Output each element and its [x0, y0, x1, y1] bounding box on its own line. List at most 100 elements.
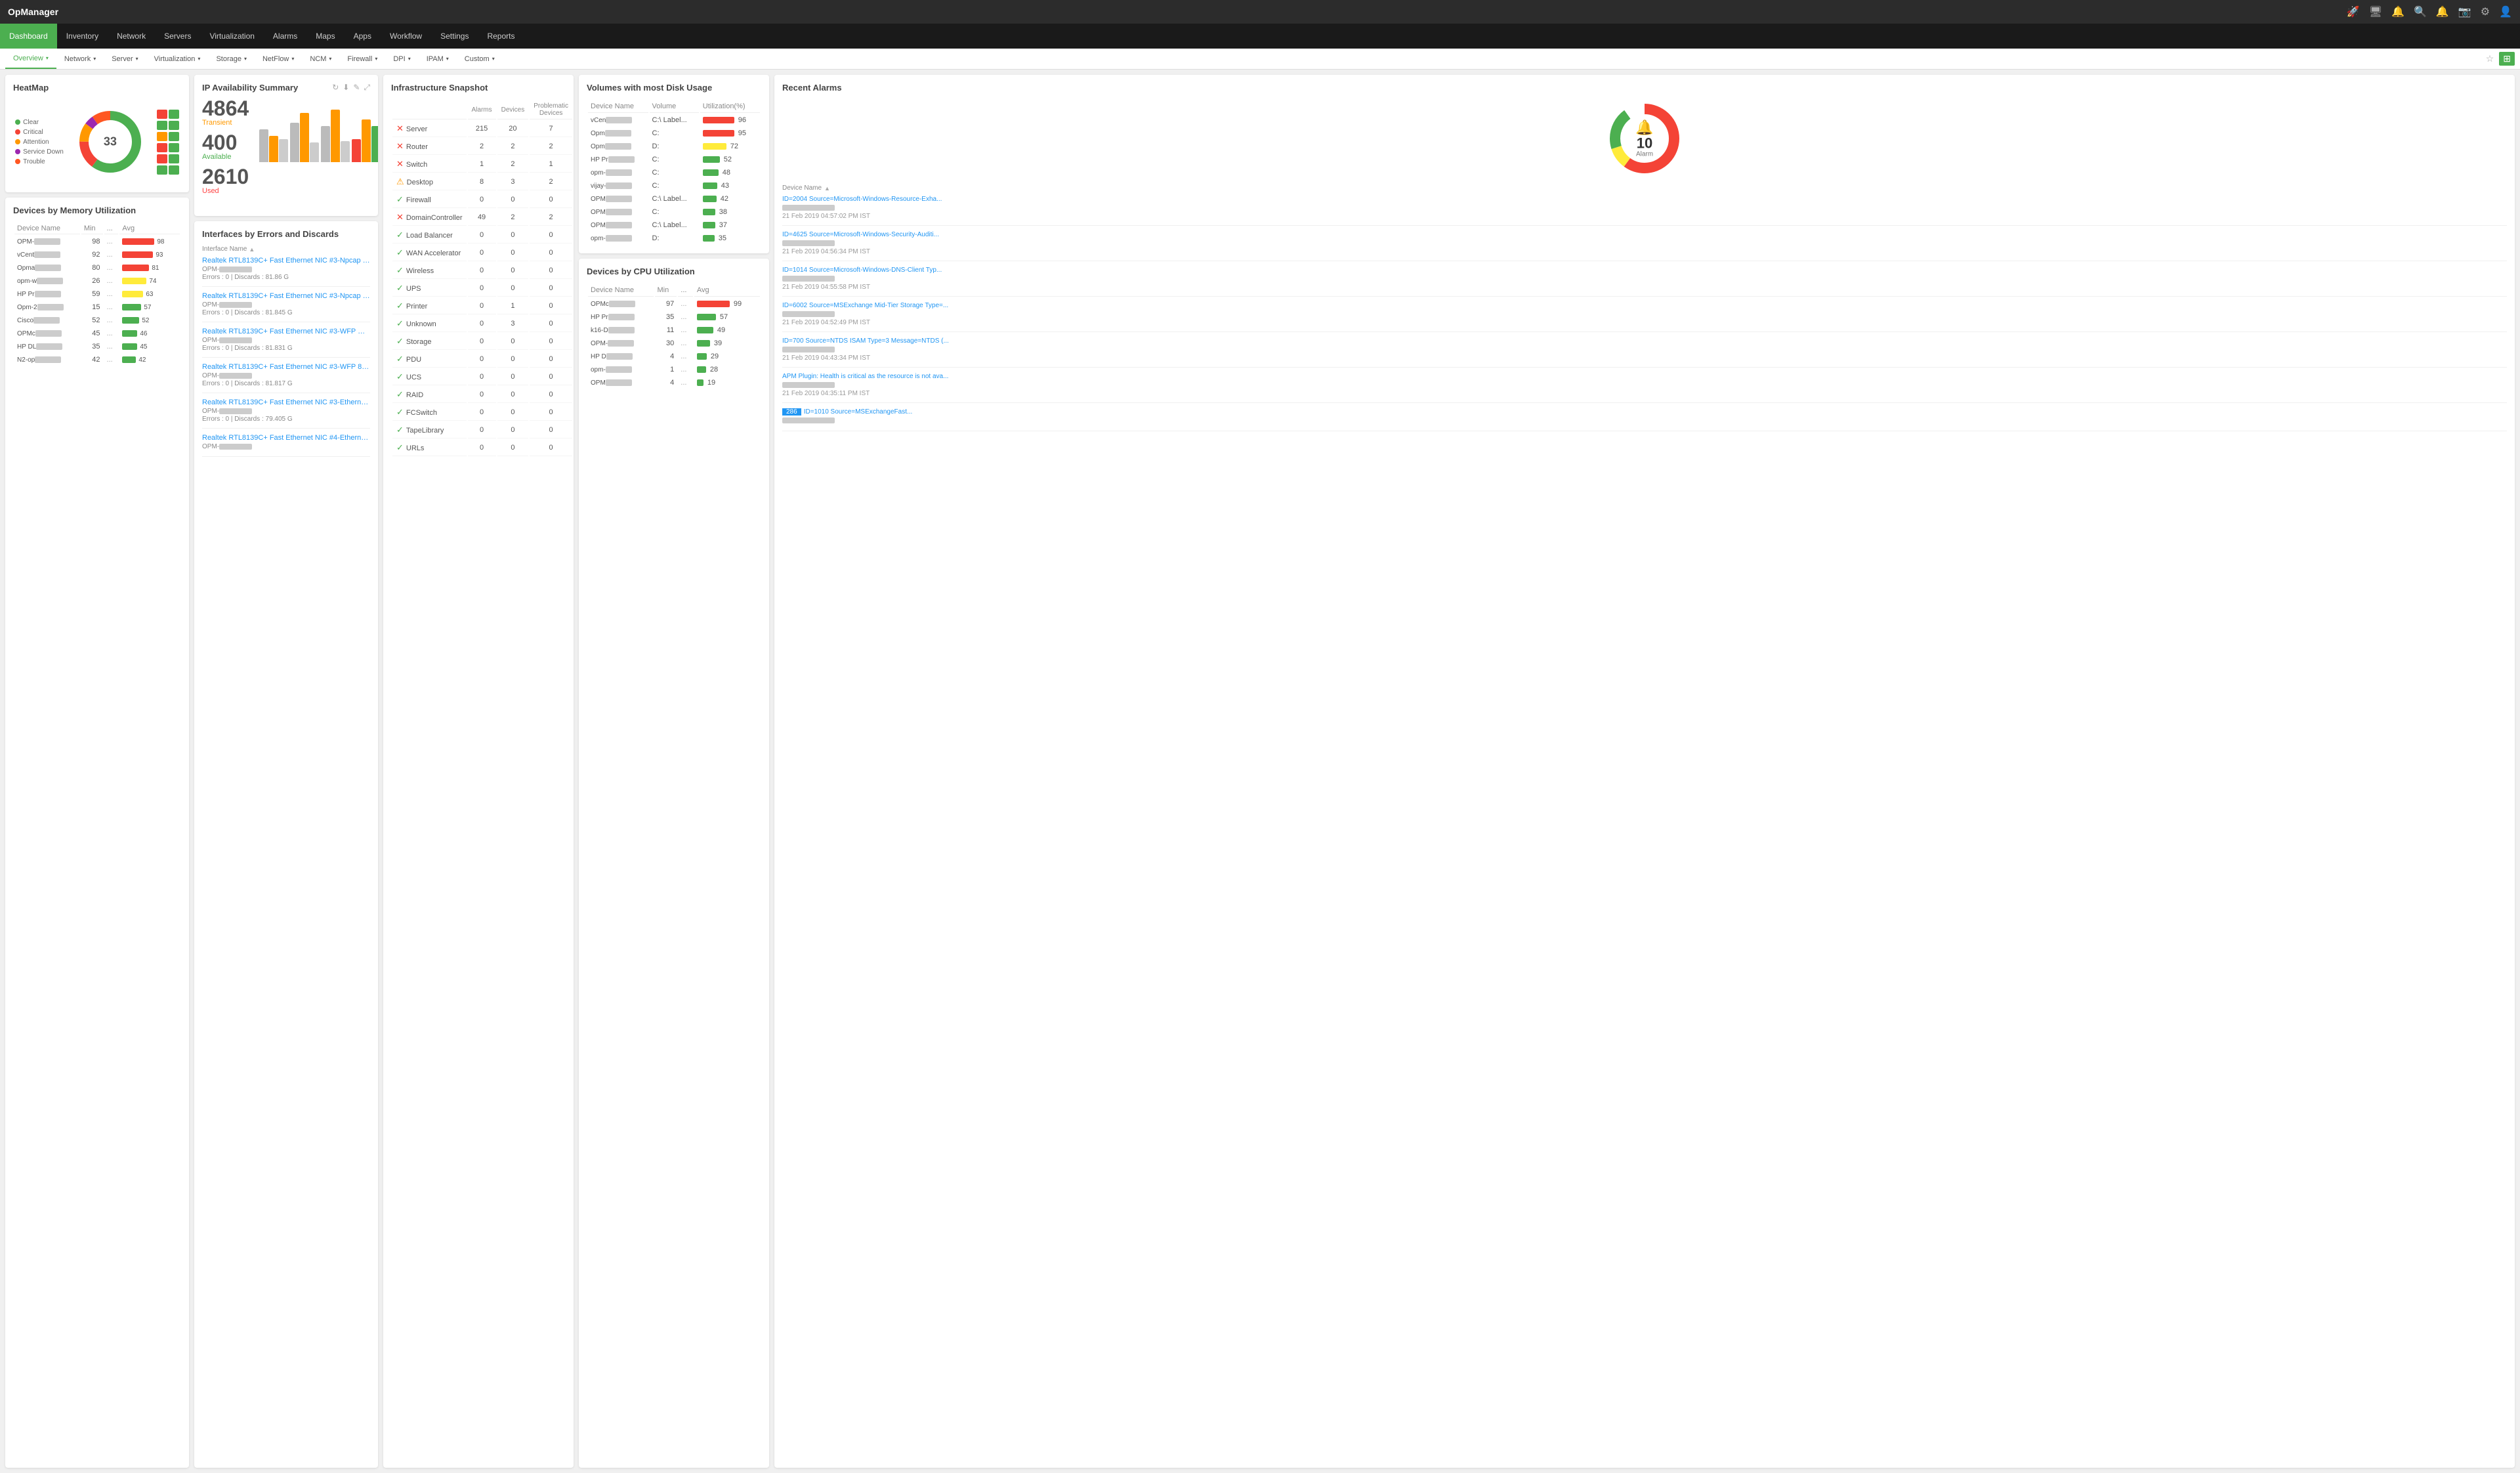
alarm-donut-wrap: 🔔 10 Alarm	[1605, 99, 1684, 178]
cpu-avg: 57	[694, 311, 760, 323]
camera-icon[interactable]: 📷	[2458, 5, 2471, 18]
subnav-virtualization[interactable]: Virtualization ▾	[146, 49, 209, 69]
topbar: OpManager 🚀 🖥 🔔 🔍 🔔 📷 ⚙ 👤	[0, 0, 2520, 24]
list-item: Realtek RTL8139C+ Fast Ethernet NIC #3-W…	[202, 363, 370, 393]
infra-alarms: 0	[468, 245, 496, 261]
nav-item-maps[interactable]: Maps	[306, 24, 344, 49]
download-icon[interactable]: ⬇	[343, 83, 349, 93]
expand-icon[interactable]: ⤢	[364, 83, 370, 93]
interface-name[interactable]: Realtek RTL8139C+ Fast Ethernet NIC #3-N…	[202, 292, 370, 300]
subnav-network[interactable]: Network ▾	[56, 49, 104, 69]
gear-icon[interactable]: ⚙	[2481, 5, 2490, 18]
infra-alarms: 0	[468, 404, 496, 421]
subnav-ipam[interactable]: IPAM ▾	[419, 49, 457, 69]
cpu-col-avg: Avg	[694, 284, 760, 297]
nav-item-virtualization[interactable]: Virtualization	[200, 24, 263, 49]
subnav-custom[interactable]: Custom ▾	[457, 49, 503, 69]
caret-icon: ▾	[291, 56, 294, 62]
infra-problematic: 0	[530, 387, 572, 403]
recent-alarms-card: Recent Alarms 🔔 10 Alarm	[774, 75, 2515, 1468]
vol-utilization: 35	[700, 232, 760, 244]
alarm-title[interactable]: 286ID=1010 Source=MSExchangeFast...	[782, 408, 2507, 416]
interface-name[interactable]: Realtek RTL8139C+ Fast Ethernet NIC #3-N…	[202, 257, 370, 265]
nav-item-alarms[interactable]: Alarms	[264, 24, 306, 49]
nav-item-apps[interactable]: Apps	[345, 24, 381, 49]
rocket-icon[interactable]: 🚀	[2347, 5, 2360, 18]
edit-icon[interactable]: ✎	[353, 83, 360, 93]
list-item: 286ID=1010 Source=MSExchangeFast...	[782, 408, 2507, 431]
grid-icon[interactable]: ⊞	[2499, 52, 2515, 66]
heatmap-bar-row	[157, 154, 179, 163]
table-row: vCent 92 ... 93	[14, 249, 180, 261]
interface-name[interactable]: Realtek RTL8139C+ Fast Ethernet NIC #3-W…	[202, 363, 370, 371]
ip-bar-group	[290, 113, 319, 162]
subnav-firewall[interactable]: Firewall ▾	[339, 49, 385, 69]
infra-devices: 2	[497, 209, 529, 226]
status-icon: ✓	[396, 194, 404, 204]
alarm-title[interactable]: ID=4625 Source=Microsoft-Windows-Securit…	[782, 231, 2507, 238]
status-icon: ✓	[396, 372, 404, 381]
mem-dots: ...	[104, 262, 119, 274]
alarm-title[interactable]: ID=6002 Source=MSExchange Mid-Tier Stora…	[782, 302, 2507, 309]
vol-utilization: 52	[700, 154, 760, 165]
nav-item-settings[interactable]: Settings	[431, 24, 478, 49]
nav-item-reports[interactable]: Reports	[478, 24, 524, 49]
legend-dot-critical	[15, 129, 20, 135]
bar-cell	[157, 143, 167, 152]
monitor-icon[interactable]: 🖥	[2369, 5, 2382, 18]
cpu-device-name: OPM-	[588, 337, 654, 349]
nav-item-servers[interactable]: Servers	[155, 24, 200, 49]
table-row: HP Pr 35 ... 57	[588, 311, 760, 323]
table-row: vijay- C: 43	[588, 180, 760, 192]
interface-name[interactable]: Realtek RTL8139C+ Fast Ethernet NIC #4-E…	[202, 434, 370, 442]
mem-avg: 42	[119, 354, 180, 366]
alarm-icon[interactable]: 🔔	[2436, 5, 2449, 18]
refresh-icon[interactable]: ↻	[332, 83, 339, 93]
subnav-storage[interactable]: Storage ▾	[208, 49, 255, 69]
nav-item-inventory[interactable]: Inventory	[57, 24, 108, 49]
alarm-title[interactable]: APM Plugin: Health is critical as the re…	[782, 373, 2507, 380]
alarm-title[interactable]: ID=700 Source=NTDS ISAM Type=3 Message=N…	[782, 337, 2507, 345]
subnav-netflow[interactable]: NetFlow ▾	[255, 49, 302, 69]
infra-col-name	[392, 100, 467, 119]
table-row: opm-w 26 ... 74	[14, 275, 180, 287]
heatmap-legend: Clear Critical Attention Service Down	[15, 119, 64, 165]
nav-item-workflow[interactable]: Workflow	[381, 24, 431, 49]
mem-avg: 74	[119, 275, 180, 287]
memory-util-title: Devices by Memory Utilization	[13, 205, 181, 215]
interface-name[interactable]: Realtek RTL8139C+ Fast Ethernet NIC #3-E…	[202, 398, 370, 406]
heatmap-bar-row	[157, 110, 179, 119]
cpu-avg: 99	[694, 298, 760, 310]
mem-avg: 63	[119, 288, 180, 300]
infra-devices: 0	[497, 333, 529, 350]
cpu-col-device: Device Name	[588, 284, 654, 297]
alarm-time: 21 Feb 2019 04:55:58 PM IST	[782, 284, 2507, 291]
favorite-icon[interactable]: ☆	[2486, 53, 2494, 64]
heatmap-content: Clear Critical Attention Service Down	[13, 99, 181, 184]
alarm-title[interactable]: ID=2004 Source=Microsoft-Windows-Resourc…	[782, 196, 2507, 203]
infra-devices: 0	[497, 280, 529, 297]
interface-device: OPM-	[202, 337, 370, 344]
search-icon[interactable]: 🔍	[2414, 5, 2427, 18]
nav-item-dashboard[interactable]: Dashboard	[0, 24, 57, 49]
subnav-dpi[interactable]: DPI ▾	[385, 49, 418, 69]
interface-name[interactable]: Realtek RTL8139C+ Fast Ethernet NIC #3-W…	[202, 328, 370, 335]
bell-icon[interactable]: 🔔	[2391, 5, 2404, 18]
table-row: ✓TapeLibrary 0 0 0	[392, 422, 572, 438]
subnav-server[interactable]: Server ▾	[104, 49, 146, 69]
nav-item-network[interactable]: Network	[108, 24, 155, 49]
subnav-ncm[interactable]: NCM ▾	[302, 49, 339, 69]
subnav-overview[interactable]: Overview ▾	[5, 49, 56, 69]
device-name-col-header: Device Name	[782, 184, 822, 192]
caret-icon: ▾	[136, 56, 138, 62]
topbar-icons: 🚀 🖥 🔔 🔍 🔔 📷 ⚙ 👤	[2347, 5, 2512, 18]
ip-bar-chart	[259, 103, 378, 162]
user-icon[interactable]: 👤	[2499, 5, 2512, 18]
mem-min: 35	[81, 341, 103, 352]
cpu-avg: 49	[694, 324, 760, 336]
mem-min: 15	[81, 301, 103, 313]
column-2: IP Availability Summary ↻ ⬇ ✎ ⤢ 4864 Tra…	[194, 75, 378, 1468]
table-row: OPMc 97 ... 99	[588, 298, 760, 310]
alarm-title[interactable]: ID=1014 Source=Microsoft-Windows-DNS-Cli…	[782, 267, 2507, 274]
infra-alarms: 0	[468, 422, 496, 438]
